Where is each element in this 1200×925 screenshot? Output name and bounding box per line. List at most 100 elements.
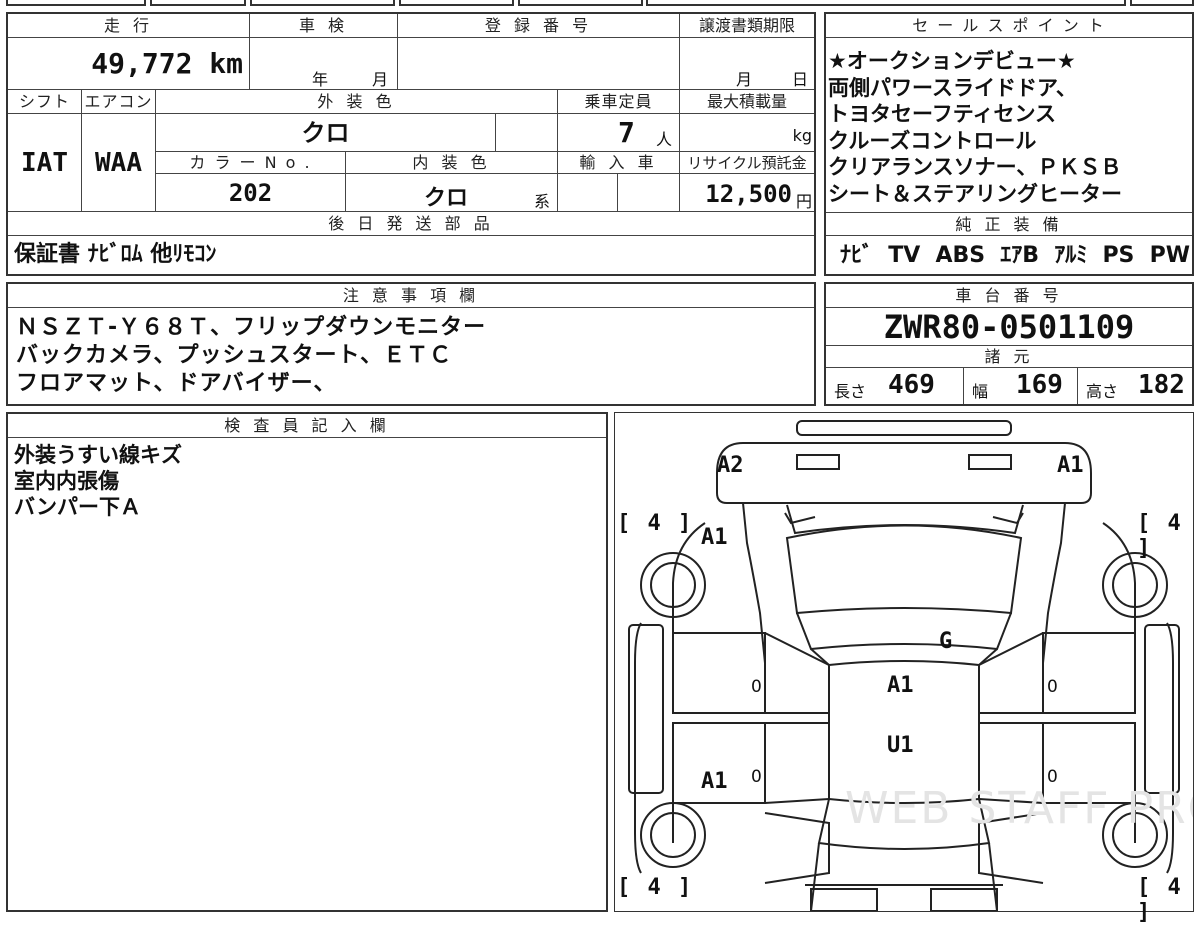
transfer-deadline-label: 譲渡書類期限: [680, 14, 814, 38]
recycle-fee-value: 12,500: [705, 180, 792, 208]
shift-label: シフト: [8, 90, 82, 114]
equipment-item: PW: [1149, 243, 1190, 268]
notes-panel: 注 意 事 項 欄 ＮＳＺＴ-Ｙ６８Ｔ、フリップダウンモニター バックカメラ、プ…: [6, 282, 816, 406]
inspector-line: 室内内張傷: [14, 469, 119, 493]
inspector-line: バンパー下Ａ: [14, 495, 142, 519]
sales-point-line: ★オークションデビュー★: [828, 49, 1076, 73]
mark-left-front-fender: A1: [701, 525, 728, 550]
max-load-label: 最大積載量: [680, 90, 814, 114]
notes-lines: ＮＳＺＴ-Ｙ６８Ｔ、フリップダウンモニター バックカメラ、プッシュスタート、ＥＴ…: [16, 314, 806, 398]
ac-label: エアコン: [82, 90, 156, 114]
inspection-value: 年 月: [250, 38, 398, 90]
spec-height-label: 高さ: [1086, 382, 1119, 401]
sales-point-line: クルーズコントロール: [828, 128, 1037, 153]
max-load-unit: kg: [792, 126, 812, 145]
exterior-color-label: 外 装 色: [156, 90, 558, 114]
chassis-number: ZWR80-0501109: [826, 308, 1192, 346]
inspector-panel: 検 査 員 記 入 欄 外装うすい線キズ 室内内張傷 バンパー下Ａ: [6, 412, 608, 912]
equipment-item: TV: [888, 243, 921, 268]
later-parts-value: 保証書 ﾅﾋﾞﾛﾑ 他ﾘﾓｺﾝ: [14, 242, 217, 267]
tread-rear-right: [ 4 ]: [1137, 875, 1183, 925]
spec-length-label: 長さ: [834, 382, 867, 401]
spec-width: 幅 169: [964, 368, 1078, 404]
top-strip: [0, 0, 1200, 8]
interior-color-label: 内 装 色: [346, 152, 558, 174]
recycle-fee-label: リサイクル預託金: [680, 152, 814, 174]
mark-left-rear-fender: A1: [701, 769, 728, 794]
interior-color-cell: クロ 系: [346, 174, 558, 212]
spec-length-value: 469: [888, 370, 935, 400]
mark-roof-front: A1: [887, 673, 914, 698]
sales-point-line: シート＆ステアリングヒーター: [828, 181, 1122, 206]
mark-front-right-corner: A1: [1057, 453, 1084, 478]
exterior-color-code: [496, 114, 558, 152]
capacity-unit: 人: [656, 130, 673, 149]
max-load-value: kg: [680, 114, 814, 152]
equipment-item: ｴｱB: [1000, 243, 1040, 268]
vehicle-diagram: WEB STAFF PRO [ 4 ] [ 4 ] [ 4 ] [ 4 ] A2…: [614, 412, 1194, 925]
tread-rear-left: [ 4 ]: [617, 875, 694, 900]
sales-points-lines: ★オークションデビュー★ 両側パワースライドドア、 トヨタセーフティセンス クル…: [828, 48, 1190, 207]
recycle-fee-cell: 12,500 円: [680, 174, 814, 212]
import-value-b: [618, 174, 680, 212]
mark-door-rr: 0: [1047, 767, 1058, 787]
genuine-equipment-list: ﾅﾋﾞ TV ABS ｴｱB ｱﾙﾐ PS PW: [840, 240, 1190, 272]
equipment-item: ｱﾙﾐ: [1054, 243, 1088, 268]
shift-value: IAT: [8, 114, 82, 212]
spec-height-value: 182: [1138, 370, 1185, 400]
note-line: ＮＳＺＴ-Ｙ６８Ｔ、フリップダウンモニター: [16, 315, 487, 340]
mark-roof-rear: U1: [887, 733, 914, 758]
mark-front-left-corner: A2: [717, 453, 744, 478]
spec-width-label: 幅: [972, 382, 989, 401]
specs-label: 諸 元: [826, 346, 1192, 368]
mark-door-lr: 0: [751, 767, 762, 787]
import-value-a: [558, 174, 618, 212]
notes-label: 注 意 事 項 欄: [8, 284, 814, 308]
registration-value: [398, 38, 680, 90]
recycle-fee-unit: 円: [795, 192, 812, 211]
sales-point-line: 両側パワースライドドア、: [828, 75, 1077, 100]
spec-width-value: 169: [1016, 370, 1063, 400]
note-line: バックカメラ、プッシュスタート、ＥＴＣ: [16, 343, 453, 368]
color-no-value: 202: [156, 174, 346, 212]
sales-point-line: クリアランスソナー、ＰＫＳＢ: [828, 155, 1122, 179]
genuine-equipment-label: 純 正 装 備: [826, 212, 1192, 236]
ac-value: WAA: [82, 114, 156, 212]
tread-front-right: [ 4 ]: [1137, 511, 1183, 561]
exterior-color-value: クロ: [156, 114, 496, 152]
vehicle-info-table: 走 行 車 検 登 録 番 号 譲渡書類期限 49,772 km 年 月 月 日…: [6, 12, 816, 276]
transfer-deadline-value: 月 日: [680, 38, 814, 90]
color-no-label: カ ラ ー N o .: [156, 152, 346, 174]
inspection-year-unit: 年: [312, 70, 329, 89]
equipment-item: ABS: [935, 243, 986, 268]
chassis-label: 車 台 番 号: [826, 284, 1192, 308]
car-outline-svg: WEB STAFF PRO: [628, 420, 1193, 911]
inspector-lines: 外装うすい線キズ 室内内張傷 バンパー下Ａ: [14, 442, 594, 520]
inspection-label: 車 検: [250, 14, 398, 38]
capacity-label: 乗車定員: [558, 90, 680, 114]
spec-height: 高さ 182: [1078, 368, 1192, 404]
mark-door-rf: 0: [1047, 677, 1058, 697]
inspection-month-unit: 月: [372, 70, 389, 89]
watermark-text: WEB STAFF PRO: [845, 783, 1193, 834]
transfer-day-unit: 日: [792, 70, 809, 89]
equipment-item: PS: [1102, 243, 1135, 268]
sales-point-line: トヨタセーフティセンス: [828, 102, 1057, 126]
import-label: 輸 入 車: [558, 152, 680, 174]
registration-label: 登 録 番 号: [398, 14, 680, 38]
interior-color-suffix: 系: [534, 192, 551, 211]
tread-front-left: [ 4 ]: [617, 511, 694, 536]
sales-points-label: セ ー ル ス ポ イ ン ト: [826, 14, 1192, 38]
mileage-label: 走 行: [8, 14, 250, 38]
capacity-value: 7: [618, 116, 635, 149]
chassis-panel: 車 台 番 号 ZWR80-0501109 諸 元 長さ 469 幅 169 高…: [824, 282, 1194, 406]
equipment-item: ﾅﾋﾞ: [840, 243, 874, 268]
later-parts-label: 後 日 発 送 部 品: [8, 212, 814, 236]
note-line: フロアマット、ドアバイザー、: [16, 371, 337, 396]
mark-windshield: G: [939, 629, 953, 654]
interior-color-value: クロ: [424, 186, 469, 211]
sales-points-panel: セ ー ル ス ポ イ ン ト ★オークションデビュー★ 両側パワースライドドア…: [824, 12, 1194, 276]
mark-door-lf: 0: [751, 677, 762, 697]
inspector-line: 外装うすい線キズ: [14, 443, 182, 467]
mileage-value: 49,772 km: [8, 38, 250, 90]
